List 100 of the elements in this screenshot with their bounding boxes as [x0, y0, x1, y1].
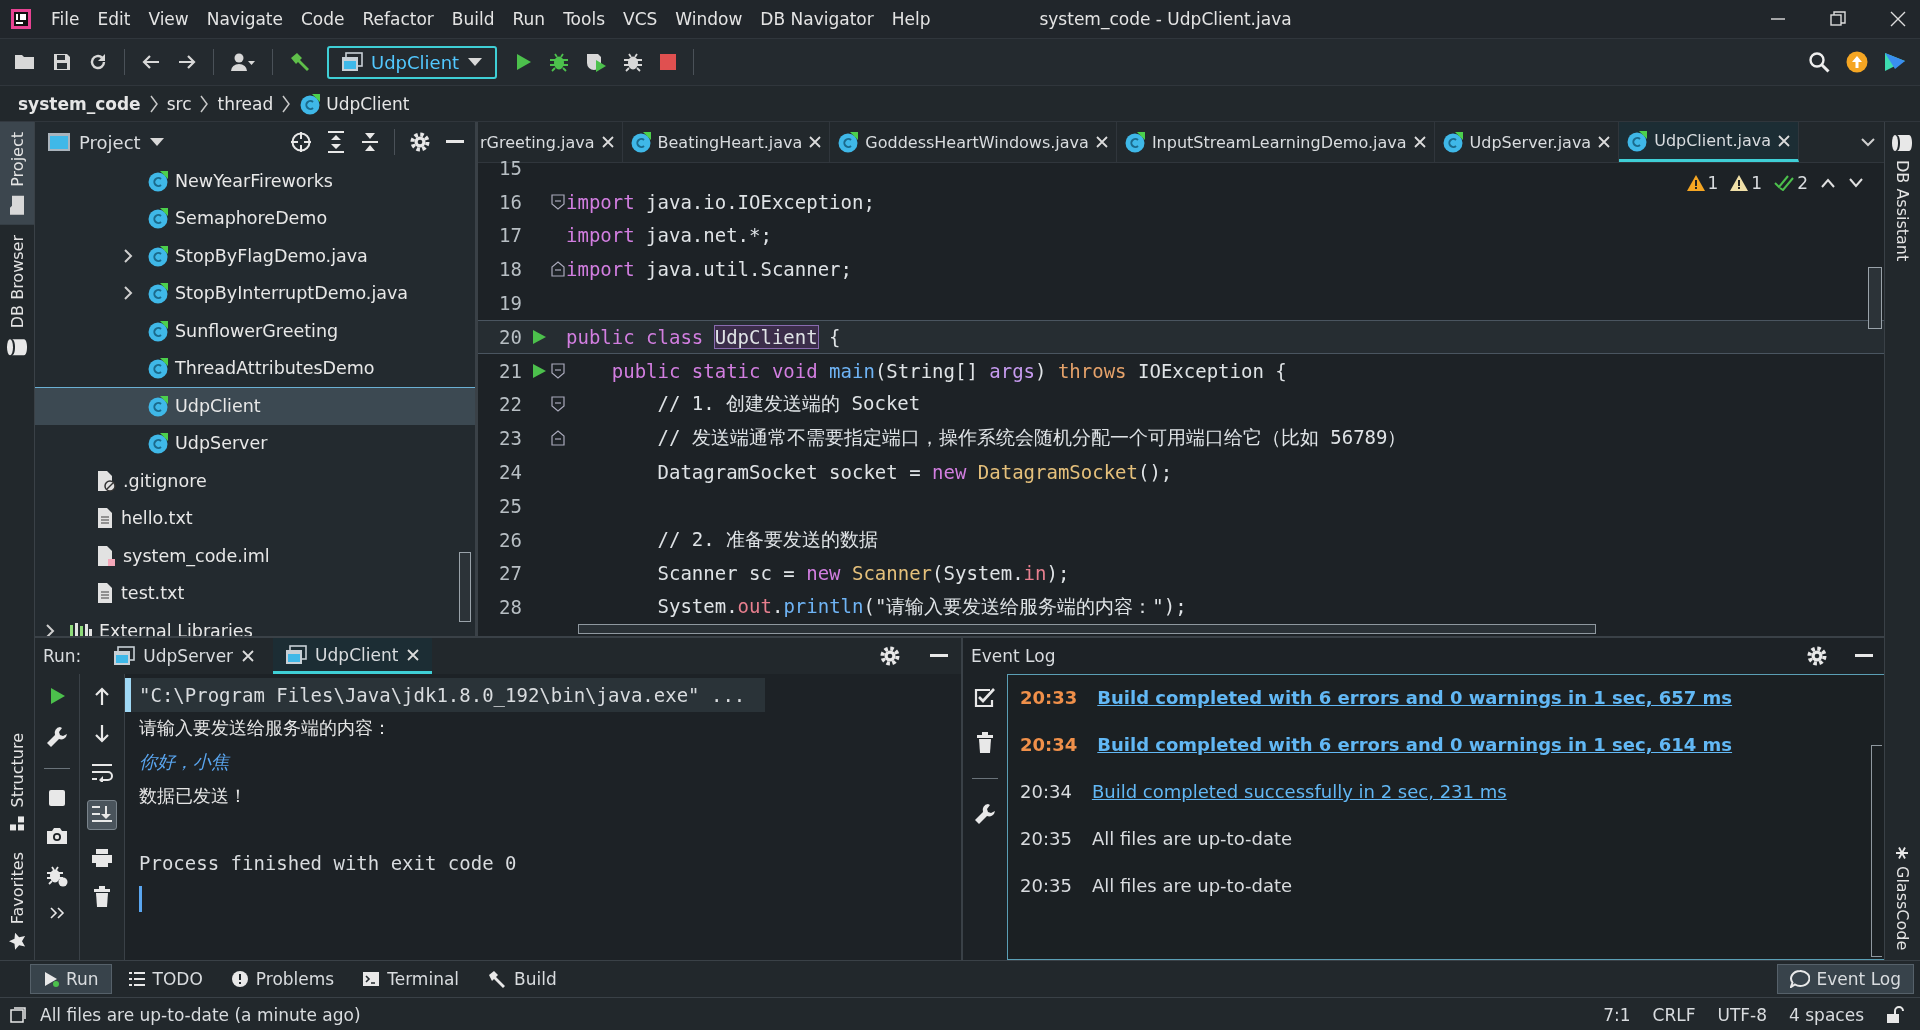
- timestamp: 20:33: [1020, 687, 1078, 708]
- console-tab[interactable]: UdpServer: [101, 638, 268, 674]
- tool-window-tab[interactable]: Build: [475, 965, 569, 993]
- tree-item[interactable]: hello.txt: [35, 499, 475, 537]
- line-number: 20: [498, 325, 523, 348]
- line-number: 26: [498, 528, 523, 551]
- line-number: 25: [498, 494, 523, 517]
- tool-window-tab[interactable]: Structure: [0, 723, 34, 842]
- console-text: 请输入要发送给服务端的内容：: [138, 716, 392, 741]
- tool-window-tab[interactable]: TODO: [115, 965, 215, 993]
- breadcrumb-item[interactable]: UdpClient: [299, 92, 410, 115]
- line-number: 18: [498, 258, 523, 281]
- timestamp: 20:35: [1020, 828, 1072, 849]
- project-view-dropdown[interactable]: Project: [47, 131, 165, 153]
- indent-setting[interactable]: 4 spaces: [1789, 1004, 1864, 1025]
- breadcrumb-item[interactable]: system_code: [18, 93, 141, 114]
- tree-item[interactable]: ThreadAttributesDemo: [35, 349, 475, 387]
- line-number: 21: [498, 359, 523, 382]
- line-number: 28: [498, 596, 523, 619]
- panel-label: Run:: [43, 646, 82, 666]
- tool-window-tab[interactable]: Event Log: [1776, 964, 1914, 994]
- tree-item[interactable]: SunflowerGreeting: [35, 312, 475, 350]
- code-line: import java.io.IOException;: [566, 190, 875, 213]
- editor-tab[interactable]: InputStreamLearningDemo.java: [1116, 122, 1435, 162]
- log-link[interactable]: Build completed with 6 errors and 0 warnings in 1 sec, 657 ms: [1097, 687, 1733, 708]
- line-number: 22: [498, 393, 523, 416]
- tool-window-tab[interactable]: Terminal: [350, 965, 472, 993]
- timestamp: 20:34: [1020, 734, 1078, 755]
- tool-window-tab[interactable]: Project: [0, 122, 34, 225]
- menu-item[interactable]: File: [42, 6, 89, 32]
- tool-window-tab[interactable]: GlassCode: [1885, 845, 1919, 950]
- log-message: All files are up-to-date: [1091, 828, 1293, 849]
- tool-window-tab[interactable]: DB Assistant: [1885, 132, 1919, 262]
- editor-tab[interactable]: BeatingHeart.java: [622, 122, 831, 162]
- count-label: 2: [1797, 173, 1808, 193]
- tree-item[interactable]: system_code.iml: [35, 537, 475, 575]
- log-link[interactable]: Build completed successfully in 2 sec, 231 ms: [1091, 781, 1507, 802]
- code-line: System.out.println("请输入要发送给服务端的内容：");: [656, 594, 1187, 620]
- line-number: 24: [498, 461, 523, 484]
- tool-window-tab[interactable]: Favorites: [0, 841, 34, 960]
- menu-item[interactable]: Help: [882, 6, 940, 32]
- code-line: Scanner sc = new Scanner(System.in);: [656, 562, 1070, 585]
- tree-item[interactable]: UdpServer: [35, 424, 475, 462]
- file-encoding[interactable]: UTF-8: [1717, 1004, 1768, 1025]
- caret-position[interactable]: 7:1: [1603, 1004, 1631, 1025]
- tree-item[interactable]: .gitignore: [35, 462, 475, 500]
- line-number: 17: [498, 224, 523, 247]
- log-link[interactable]: Build completed with 6 errors and 0 warnings in 1 sec, 614 ms: [1097, 734, 1733, 755]
- menu-item[interactable]: Refactor: [353, 6, 443, 32]
- tree-item[interactable]: SemaphoreDemo: [35, 199, 475, 237]
- menu-item[interactable]: Run: [503, 6, 555, 32]
- line-separator[interactable]: CRLF: [1652, 1004, 1696, 1025]
- code-line: public class UdpClient {: [566, 325, 841, 348]
- tool-window-tab[interactable]: Problems: [218, 965, 347, 993]
- menu-item[interactable]: Code: [292, 6, 354, 32]
- code-line: public static void main(String[] args) throws IOException {: [610, 359, 1287, 382]
- count-label: 1: [1707, 173, 1719, 193]
- menu-item[interactable]: Build: [442, 6, 504, 32]
- menu-item[interactable]: View: [139, 6, 198, 32]
- menu-item[interactable]: Window: [666, 6, 752, 32]
- timestamp: 20:35: [1020, 875, 1072, 896]
- code-line: // 1. 创建发送端的 Socket: [656, 391, 921, 417]
- tree-item[interactable]: UdpClient: [35, 387, 475, 425]
- line-number: 27: [498, 562, 523, 585]
- editor-tab[interactable]: GoddessHeartWindows.java: [830, 122, 1117, 162]
- menu-item[interactable]: Edit: [88, 6, 140, 32]
- menu-item[interactable]: DB Navigator: [751, 6, 883, 32]
- breadcrumb-item[interactable]: thread: [217, 93, 274, 114]
- editor-tab[interactable]: UdpClient.java: [1619, 122, 1800, 162]
- count-label: 1: [1751, 173, 1763, 193]
- breadcrumb-item[interactable]: src: [166, 93, 192, 114]
- menu-item[interactable]: Tools: [554, 6, 614, 32]
- timestamp: 20:34: [1020, 781, 1072, 802]
- editor-tab[interactable]: rGreeting.java: [478, 122, 623, 162]
- panel-title: Event Log: [971, 646, 1056, 666]
- code-line: import java.net.*;: [566, 224, 772, 247]
- menu-item[interactable]: VCS: [614, 6, 667, 32]
- tool-window-tab[interactable]: Run: [30, 964, 112, 994]
- tree-item[interactable]: NewYearFireworks: [35, 162, 475, 200]
- tree-item[interactable]: StopByInterruptDemo.java: [35, 274, 475, 312]
- console-text: 你好，小焦: [138, 750, 231, 774]
- editor-tab[interactable]: UdpServer.java: [1434, 122, 1620, 162]
- run-configuration-dropdown[interactable]: UdpClient: [327, 45, 498, 79]
- menu-item[interactable]: Navigate: [197, 6, 292, 32]
- log-message: All files are up-to-date: [1091, 875, 1293, 896]
- line-number: 19: [498, 292, 523, 315]
- code-line: // 发送端通常不需要指定端口，操作系统会随机分配一个可用端口给它（比如 56789）: [656, 425, 1407, 451]
- console-text: Process finished with exit code 0: [138, 850, 518, 876]
- tool-window-tab[interactable]: DB Browser: [0, 224, 34, 368]
- tree-item[interactable]: StopByFlagDemo.java: [35, 237, 475, 275]
- code-line: DatagramSocket socket = new DatagramSocket();: [656, 461, 1173, 484]
- window-title: system_code - UdpClient.java: [1039, 9, 1292, 29]
- console-text: 数据已发送！: [138, 783, 248, 808]
- tree-item[interactable]: test.txt: [35, 574, 475, 612]
- line-number: 23: [498, 427, 523, 450]
- status-message: All files are up-to-date (a minute ago): [40, 1004, 361, 1025]
- code-line: import java.util.Scanner;: [566, 258, 852, 281]
- code-line: // 2. 准备要发送的数据: [656, 526, 879, 552]
- line-number: 16: [498, 190, 523, 213]
- console-tab[interactable]: UdpClient: [273, 638, 433, 674]
